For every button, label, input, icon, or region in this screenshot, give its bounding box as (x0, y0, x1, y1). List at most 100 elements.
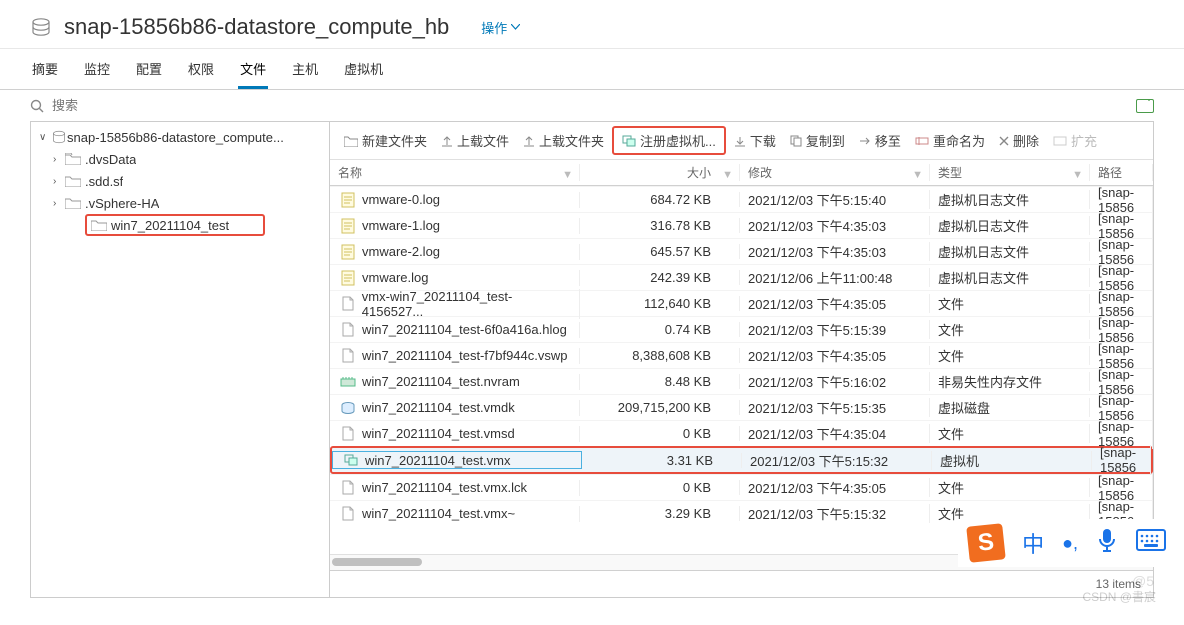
caret-right-icon: › (53, 198, 65, 209)
rename-icon (915, 136, 929, 146)
folder-tree[interactable]: ∨ snap-15856b86-datastore_compute... › .… (30, 121, 330, 598)
caret-down-icon: ∨ (39, 132, 51, 143)
table-row[interactable]: vmware-2.log645.57 KB2021/12/03 下午4:35:0… (330, 238, 1153, 264)
cell-name: win7_20211104_test.vmx~ (330, 506, 580, 522)
table-row[interactable]: win7_20211104_test-6f0a416a.hlog0.74 KB2… (330, 316, 1153, 342)
page-title: snap-15856b86-datastore_compute_hb (64, 14, 449, 40)
new-window-icon[interactable] (1136, 99, 1154, 113)
table-row[interactable]: win7_20211104_test.nvram8.48 KB2021/12/0… (330, 368, 1153, 394)
file-icon (340, 506, 356, 522)
copy-to-button[interactable]: 复制到 (784, 129, 851, 152)
new-folder-button[interactable]: 新建文件夹 (338, 129, 433, 152)
filter-icon[interactable]: ▼ (912, 169, 923, 181)
file-icon (340, 218, 356, 234)
cell-size: 3.31 KB (582, 453, 742, 468)
col-modified[interactable]: 修改▼ (740, 164, 930, 181)
cell-type: 虚拟机日志文件 (930, 242, 1090, 261)
file-icon (340, 244, 356, 260)
table-row[interactable]: win7_20211104_test.vmx.lck0 KB2021/12/03… (330, 474, 1153, 500)
cell-size: 112,640 KB (580, 296, 740, 311)
tab-hosts[interactable]: 主机 (290, 49, 320, 89)
cell-modified: 2021/12/03 下午5:15:40 (740, 190, 930, 209)
table-row[interactable]: win7_20211104_test.vmsd0 KB2021/12/03 下午… (330, 420, 1153, 446)
mic-icon[interactable] (1096, 527, 1118, 559)
caret-right-icon: › (53, 176, 65, 187)
table-row[interactable]: win7_20211104_test.vmdk209,715,200 KB202… (330, 394, 1153, 420)
datastore-icon (51, 129, 67, 145)
table-row[interactable]: vmx-win7_20211104_test-4156527...112,640… (330, 290, 1153, 316)
search-input[interactable] (52, 98, 252, 113)
tree-node[interactable]: › .vSphere-HA (31, 192, 329, 214)
tree-node[interactable]: › .sdd.sf (31, 170, 329, 192)
cell-name: win7_20211104_test.vmx.lck (330, 480, 580, 496)
cell-modified: 2021/12/06 上午11:00:48 (740, 268, 930, 287)
cell-size: 8,388,608 KB (580, 348, 740, 363)
actions-dropdown[interactable]: 操作 (481, 18, 520, 37)
cell-size: 316.78 KB (580, 218, 740, 233)
filter-icon[interactable]: ▼ (562, 169, 573, 181)
move-to-button[interactable]: 移至 (853, 129, 907, 152)
register-vm-button[interactable]: 注册虚拟机... (612, 126, 726, 155)
cell-type: 虚拟机日志文件 (930, 216, 1090, 235)
file-icon (340, 296, 356, 312)
scroll-thumb[interactable] (332, 558, 422, 566)
tab-configure[interactable]: 配置 (134, 49, 164, 89)
tab-files[interactable]: 文件 (238, 49, 268, 89)
arrow-right-icon (859, 136, 871, 146)
ime-lang[interactable]: 中 (1022, 527, 1044, 559)
folder-icon (65, 197, 81, 209)
tree-root[interactable]: ∨ snap-15856b86-datastore_compute... (31, 126, 329, 148)
cell-name: win7_20211104_test.vmdk (330, 400, 580, 416)
ime-punct[interactable]: ●, (1062, 533, 1078, 554)
tab-vms[interactable]: 虚拟机 (342, 49, 385, 89)
ime-logo[interactable]: S (966, 523, 1006, 563)
cell-type: 虚拟机日志文件 (930, 268, 1090, 287)
caret-right-icon: › (53, 154, 65, 165)
search-icon (30, 99, 44, 113)
grid-body[interactable]: vmware-0.log684.72 KB2021/12/03 下午5:15:4… (330, 186, 1153, 554)
table-row[interactable]: vmware.log242.39 KB2021/12/06 上午11:00:48… (330, 264, 1153, 290)
table-row[interactable]: win7_20211104_test.vmx3.31 KB2021/12/03 … (330, 446, 1153, 474)
col-name[interactable]: 名称▼ (330, 164, 580, 181)
keyboard-icon[interactable] (1136, 529, 1166, 557)
cell-size: 242.39 KB (580, 270, 740, 285)
file-toolbar: 新建文件夹 上载文件 上载文件夹 注册虚拟机... 下载 复制到 移至 重命名为… (330, 122, 1153, 160)
cell-type: 虚拟磁盘 (930, 398, 1090, 417)
cell-path: [snap-15856 (1090, 419, 1153, 449)
rename-button[interactable]: 重命名为 (909, 129, 991, 152)
tab-monitor[interactable]: 监控 (82, 49, 112, 89)
cell-type: 虚拟机 (932, 451, 1092, 470)
upload-folder-button[interactable]: 上载文件夹 (517, 129, 610, 152)
col-type[interactable]: 类型▼ (930, 164, 1090, 181)
grid-header: 名称▼ 大小▼ 修改▼ 类型▼ 路径 (330, 160, 1153, 186)
table-row[interactable]: vmware-0.log684.72 KB2021/12/03 下午5:15:4… (330, 186, 1153, 212)
cell-modified: 2021/12/03 下午4:35:03 (740, 216, 930, 235)
tab-permissions[interactable]: 权限 (186, 49, 216, 89)
tree-node-selected[interactable]: win7_20211104_test (85, 214, 265, 236)
cell-modified: 2021/12/03 下午4:35:03 (740, 242, 930, 261)
upload-file-button[interactable]: 上载文件 (435, 129, 515, 152)
cell-size: 645.57 KB (580, 244, 740, 259)
cell-name: win7_20211104_test-6f0a416a.hlog (330, 322, 580, 338)
tab-summary[interactable]: 摘要 (30, 49, 60, 89)
cell-size: 8.48 KB (580, 374, 740, 389)
tree-node[interactable]: › .dvsData (31, 148, 329, 170)
file-icon (340, 426, 356, 442)
cell-name: win7_20211104_test-f7bf944c.vswp (330, 348, 580, 364)
cell-name: win7_20211104_test.nvram (330, 374, 580, 390)
file-icon (340, 480, 356, 496)
table-row[interactable]: win7_20211104_test-f7bf944c.vswp8,388,60… (330, 342, 1153, 368)
cell-name: win7_20211104_test.vmx (332, 451, 582, 469)
cell-size: 0 KB (580, 480, 740, 495)
col-path[interactable]: 路径 (1090, 164, 1153, 181)
filter-icon[interactable]: ▼ (1072, 169, 1083, 181)
delete-button[interactable]: 删除 (993, 129, 1045, 152)
file-icon (343, 452, 359, 468)
filter-icon[interactable]: ▼ (722, 169, 733, 181)
col-size[interactable]: 大小▼ (580, 164, 740, 181)
ime-toolbar[interactable]: S 中 ●, (958, 519, 1176, 567)
file-icon (340, 374, 356, 390)
table-row[interactable]: vmware-1.log316.78 KB2021/12/03 下午4:35:0… (330, 212, 1153, 238)
cell-name: vmware-2.log (330, 244, 580, 260)
download-button[interactable]: 下载 (728, 129, 782, 152)
